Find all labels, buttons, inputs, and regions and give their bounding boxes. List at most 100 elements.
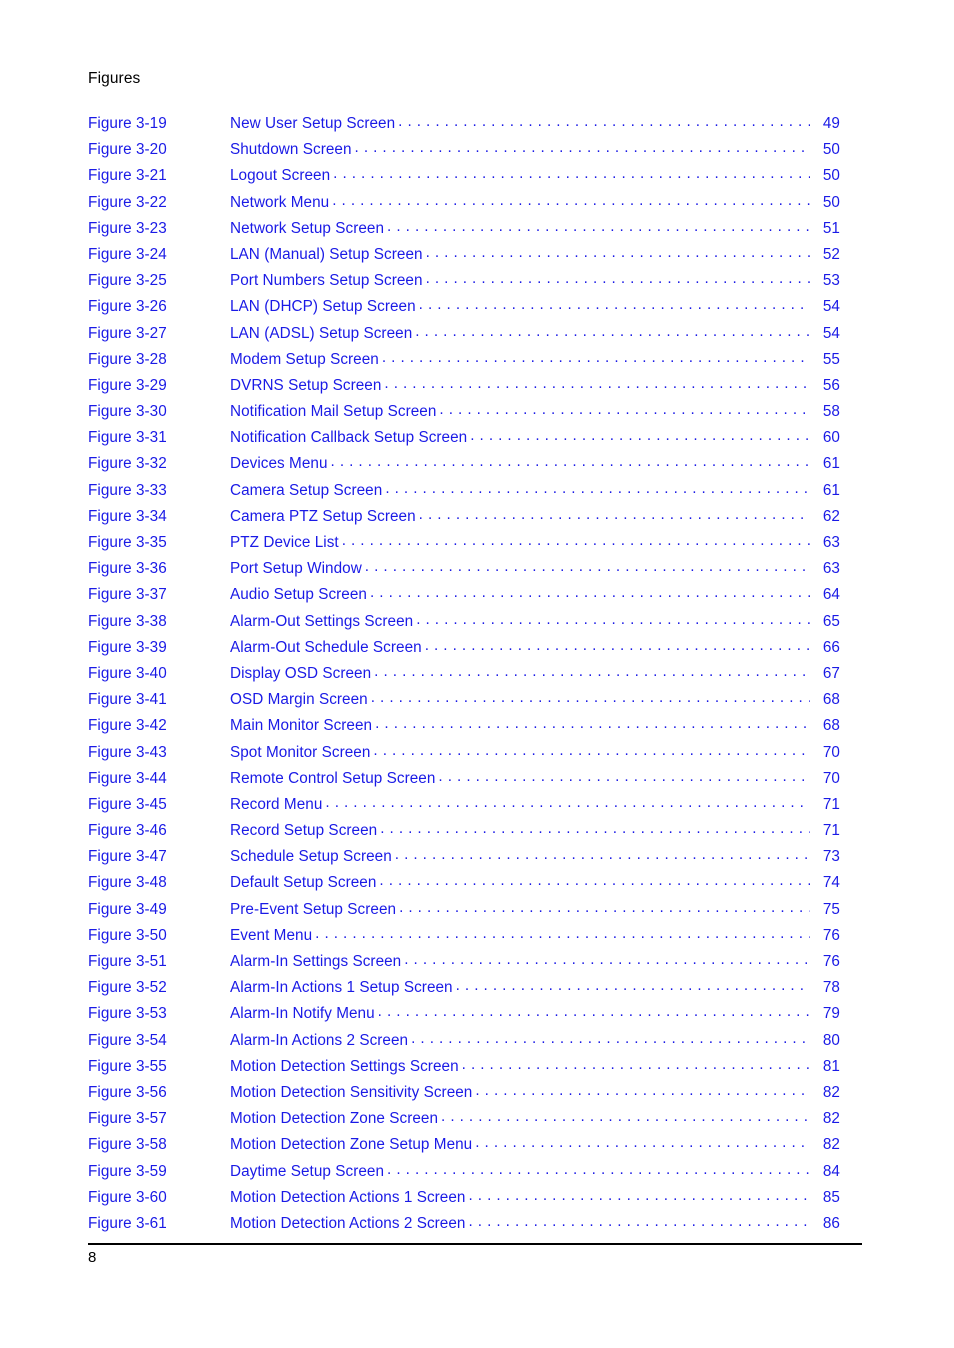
figure-entry[interactable]: Figure 3-59 Daytime Setup Screen 84 — [88, 1161, 840, 1187]
figure-number: Figure 3-44 — [88, 769, 167, 787]
figure-entry[interactable]: Figure 3-54 Alarm-In Actions 2 Screen 80 — [88, 1030, 840, 1056]
dot-leader — [419, 296, 810, 311]
figure-entry[interactable]: Figure 3-31 Notification Callback Setup S… — [88, 427, 840, 453]
dot-leader — [439, 401, 810, 416]
figure-entry[interactable]: Figure 3-42 Main Monitor Screen 68 — [88, 715, 840, 741]
figure-entry[interactable]: Figure 3-38 Alarm-Out Settings Screen 65 — [88, 611, 840, 637]
figure-entry[interactable]: Figure 3-48 Default Setup Screen 74 — [88, 872, 840, 898]
figure-page-number: 73 — [822, 848, 840, 866]
figure-entry[interactable]: Figure 3-19 New User Setup Screen 49 — [88, 113, 840, 139]
dot-leader — [375, 715, 810, 730]
figure-number: Figure 3-48 — [88, 874, 167, 892]
dot-leader — [370, 584, 810, 599]
figure-entry[interactable]: Figure 3-51 Alarm-In Settings Screen 76 — [88, 951, 840, 977]
figure-caption: Record Setup Screen — [230, 822, 378, 840]
figure-number: Figure 3-49 — [88, 900, 167, 918]
figure-entry[interactable]: Figure 3-29 DVRNS Setup Screen 56 — [88, 375, 840, 401]
figure-entry[interactable]: Figure 3-53 Alarm-In Notify Menu 79 — [88, 1003, 840, 1029]
figure-number: Figure 3-57 — [88, 1110, 167, 1128]
dot-leader — [384, 375, 810, 390]
figure-entry[interactable]: Figure 3-41 OSD Margin Screen 68 — [88, 689, 840, 715]
figure-caption: Display OSD Screen — [230, 664, 372, 682]
figure-number: Figure 3-60 — [88, 1188, 167, 1206]
figure-entry[interactable]: Figure 3-55 Motion Detection Settings Scr… — [88, 1056, 840, 1082]
figure-entry[interactable]: Figure 3-30 Notification Mail Setup Scree… — [88, 401, 840, 427]
figure-entry[interactable]: Figure 3-60 Motion Detection Actions 1 Sc… — [88, 1187, 840, 1213]
figure-page-number: 79 — [822, 1005, 840, 1023]
figure-entry[interactable]: Figure 3-21 Logout Screen 50 — [88, 165, 840, 191]
figure-entry[interactable]: Figure 3-39 Alarm-Out Schedule Screen 66 — [88, 637, 840, 663]
figure-page-number: 61 — [822, 455, 840, 473]
figure-page-number: 67 — [822, 664, 840, 682]
dot-leader — [404, 951, 810, 966]
figure-number: Figure 3-30 — [88, 403, 167, 421]
figure-entry[interactable]: Figure 3-20 Shutdown Screen 50 — [88, 139, 840, 165]
figure-caption: DVRNS Setup Screen — [230, 376, 382, 394]
figure-caption: Alarm-In Actions 1 Setup Screen — [230, 979, 453, 997]
page-number: 8 — [88, 1249, 97, 1266]
dot-leader — [425, 637, 810, 652]
figure-caption: Motion Detection Sensitivity Screen — [230, 1083, 473, 1101]
figure-entry[interactable]: Figure 3-40 Display OSD Screen 67 — [88, 663, 840, 689]
figure-entry[interactable]: Figure 3-35 PTZ Device List 63 — [88, 532, 840, 558]
figure-caption: Shutdown Screen — [230, 141, 352, 159]
figure-page-number: 53 — [822, 272, 840, 290]
figure-caption: LAN (ADSL) Setup Screen — [230, 324, 413, 342]
figure-entry[interactable]: Figure 3-33 Camera Setup Screen 61 — [88, 480, 840, 506]
dot-leader — [387, 218, 810, 233]
figure-number: Figure 3-42 — [88, 717, 167, 735]
figure-number: Figure 3-47 — [88, 848, 167, 866]
figure-entry[interactable]: Figure 3-36 Port Setup Window 63 — [88, 558, 840, 584]
figure-entry[interactable]: Figure 3-58 Motion Detection Zone Setup M… — [88, 1134, 840, 1160]
figure-caption: Motion Detection Actions 1 Screen — [230, 1188, 466, 1206]
dot-leader — [374, 663, 810, 678]
figure-number: Figure 3-27 — [88, 324, 167, 342]
figure-page-number: 68 — [822, 691, 840, 709]
figure-entry[interactable]: Figure 3-37 Audio Setup Screen 64 — [88, 584, 840, 610]
figure-page-number: 82 — [822, 1110, 840, 1128]
figure-entry[interactable]: Figure 3-61 Motion Detection Actions 2 Sc… — [88, 1213, 840, 1239]
figure-entry[interactable]: Figure 3-44 Remote Control Setup Screen 70 — [88, 768, 840, 794]
figure-entry[interactable]: Figure 3-57 Motion Detection Zone Screen 8… — [88, 1108, 840, 1134]
figure-entry[interactable]: Figure 3-50 Event Menu 76 — [88, 925, 840, 951]
figure-page-number: 51 — [822, 219, 840, 237]
figure-caption: Camera PTZ Setup Screen — [230, 507, 416, 525]
dot-leader — [315, 925, 810, 940]
figure-page-number: 76 — [822, 953, 840, 970]
figure-entry[interactable]: Figure 3-25 Port Numbers Setup Screen 53 — [88, 270, 840, 296]
figure-caption: Devices Menu — [230, 455, 328, 473]
figure-entry[interactable]: Figure 3-23 Network Setup Screen 51 — [88, 218, 840, 244]
figure-entry[interactable]: Figure 3-45 Record Menu 71 — [88, 794, 840, 820]
figure-caption: Motion Detection Settings Screen — [230, 1057, 459, 1075]
figure-caption: Logout Screen — [230, 167, 331, 185]
figure-page-number: 84 — [822, 1162, 840, 1180]
figure-caption: Spot Monitor Screen — [230, 743, 371, 761]
figure-caption: Remote Control Setup Screen — [230, 769, 436, 787]
figure-entry[interactable]: Figure 3-26 LAN (DHCP) Setup Screen 54 — [88, 296, 840, 322]
figure-entry[interactable]: Figure 3-46 Record Setup Screen 71 — [88, 820, 840, 846]
figure-number: Figure 3-54 — [88, 1031, 167, 1049]
figure-entry[interactable]: Figure 3-28 Modem Setup Screen 55 — [88, 349, 840, 375]
figure-entry[interactable]: Figure 3-52 Alarm-In Actions 1 Setup Scre… — [88, 977, 840, 1003]
figure-number: Figure 3-43 — [88, 743, 167, 761]
figure-entry[interactable]: Figure 3-49 Pre-Event Setup Screen 75 — [88, 899, 840, 925]
figure-entry[interactable]: Figure 3-47 Schedule Setup Screen 73 — [88, 846, 840, 872]
figure-entry[interactable]: Figure 3-22 Network Menu 50 — [88, 192, 840, 218]
figure-entry[interactable]: Figure 3-56 Motion Detection Sensitivity … — [88, 1082, 840, 1108]
figure-entry[interactable]: Figure 3-27 LAN (ADSL) Setup Screen 54 — [88, 323, 840, 349]
dot-leader — [380, 820, 810, 835]
figure-caption: New User Setup Screen — [230, 115, 396, 132]
figure-page-number: 61 — [822, 481, 840, 499]
figure-entry[interactable]: Figure 3-32 Devices Menu 61 — [88, 453, 840, 479]
figure-entry[interactable]: Figure 3-24 LAN (Manual) Setup Screen 52 — [88, 244, 840, 270]
figure-entry[interactable]: Figure 3-34 Camera PTZ Setup Screen 62 — [88, 506, 840, 532]
figure-page-number: 63 — [822, 560, 840, 578]
figure-number: Figure 3-25 — [88, 272, 167, 290]
dot-leader — [438, 768, 810, 783]
figure-number: Figure 3-21 — [88, 167, 167, 185]
figure-caption: Daytime Setup Screen — [230, 1162, 385, 1180]
figure-number: Figure 3-56 — [88, 1083, 167, 1101]
figure-entry[interactable]: Figure 3-43 Spot Monitor Screen 70 — [88, 742, 840, 768]
figure-number: Figure 3-31 — [88, 429, 167, 447]
figure-caption: Notification Mail Setup Screen — [230, 403, 437, 421]
